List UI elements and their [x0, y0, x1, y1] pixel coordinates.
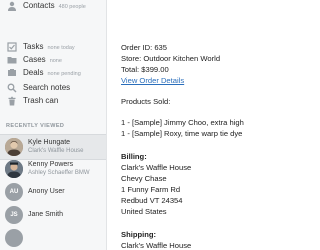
sidebar-item-label: Deals: [23, 68, 44, 77]
sidebar-item-label: Contacts: [23, 1, 55, 10]
trash-icon: [6, 95, 18, 107]
sidebar-item-count: none: [49, 58, 62, 64]
sidebar-item-label: Tasks: [23, 42, 44, 51]
recent-item-name: Kyle Hungate: [28, 139, 71, 146]
order-id: Order ID: 635: [121, 43, 168, 52]
avatar: [5, 138, 23, 156]
product-line: 1 - [Sample] Jimmy Choo, extra high: [121, 118, 244, 127]
avatar: [5, 160, 23, 178]
products-heading: Products Sold:: [121, 97, 171, 106]
avatar: JS: [5, 206, 23, 224]
recently-viewed-heading: RECENTLY VIEWED: [6, 123, 65, 129]
sidebar-item-count: 480 people: [58, 4, 86, 10]
billing-line: 1 Funny Farm Rd: [121, 185, 181, 194]
sidebar-item-count: none pending: [47, 71, 81, 77]
recent-item-name: Jane Smith: [28, 211, 64, 218]
billing-line: Clark's Waffle House: [121, 163, 192, 172]
order-store: Store: Outdoor Kitchen World: [121, 54, 221, 63]
view-order-details-link[interactable]: View Order Details: [121, 76, 184, 85]
billing-heading: Billing:: [121, 152, 147, 161]
sidebar-item-label: Cases: [23, 55, 46, 64]
recent-item-kenny-powers[interactable]: Kenny Powers Ashley Schaeffer BMW: [0, 157, 106, 181]
sidebar-item-label: Search notes: [23, 83, 71, 92]
recent-item-name: Anony User: [28, 188, 65, 195]
shipping-line: Clark's Waffle House: [121, 241, 192, 250]
avatar-initials: JS: [10, 212, 18, 218]
shipping-heading: Shipping:: [121, 230, 157, 239]
recent-item-company: Ashley Schaeffer BMW: [28, 170, 90, 176]
billing-line: Chevy Chase: [121, 174, 167, 183]
avatar: AU: [5, 183, 23, 201]
sidebar-item-contacts[interactable]: Contacts 480 people: [0, 0, 106, 13]
sidebar-item-count: none today: [47, 45, 75, 51]
recent-item-partial[interactable]: [0, 226, 106, 250]
avatar-initials: AU: [9, 189, 19, 195]
search-icon: [6, 82, 18, 94]
sidebar: Contacts 480 people Tasks none today Cases…: [0, 0, 107, 250]
recent-item-company: Clark's Waffle House: [28, 148, 84, 154]
avatar: [5, 229, 23, 247]
billing-line: United States: [121, 207, 167, 216]
folder-icon: [6, 54, 18, 66]
checkbox-icon: [6, 41, 18, 53]
recent-item-jane-smith[interactable]: JS Jane Smith: [0, 203, 106, 227]
product-line: 1 - [Sample] Roxy, time warp tie dye: [121, 129, 243, 138]
order-total: Total: $399.00: [121, 65, 169, 74]
sidebar-item-deals[interactable]: Deals none pending: [0, 65, 106, 80]
sidebar-item-label: Trash can: [23, 96, 59, 105]
person-icon: [6, 0, 18, 12]
order-details-panel: Order ID: 635 Store: Outdoor Kitchen Wor…: [116, 0, 250, 250]
deals-icon: [6, 67, 18, 79]
billing-line: Redbud VT 24354: [121, 196, 183, 205]
recent-item-anony-user[interactable]: AU Anony User: [0, 180, 106, 204]
recent-item-name: Kenny Powers: [28, 161, 74, 168]
sidebar-item-trash[interactable]: Trash can: [0, 93, 106, 108]
